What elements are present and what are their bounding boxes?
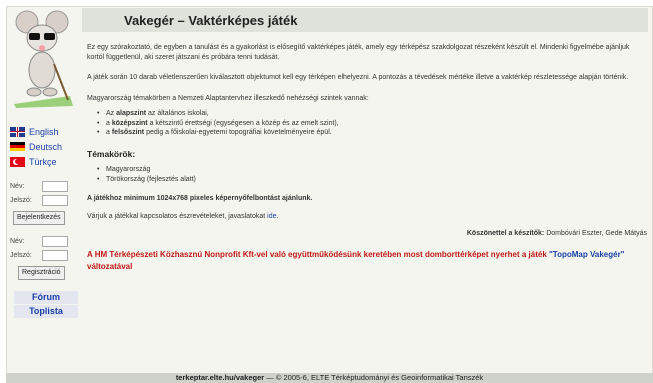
language-deutsch-label: Deutsch bbox=[29, 141, 63, 152]
feedback-link[interactable]: ide bbox=[267, 213, 276, 220]
list-item: Törökország (fejlesztés alatt) bbox=[95, 175, 647, 185]
list-item: a felsőszint pedig a főiskolai-egyetemi … bbox=[95, 128, 647, 138]
footer: terkeptar.elte.hu/vakeger — © 2005-6, EL… bbox=[6, 373, 653, 383]
register-name-input[interactable] bbox=[42, 236, 68, 247]
turkey-flag-icon bbox=[10, 156, 25, 167]
footer-copyright: — © 2005-6, ELTE Térképtudományi és Geoi… bbox=[264, 373, 484, 382]
footer-site: terkeptar.elte.hu/vakeger bbox=[175, 373, 265, 382]
language-turkce-link[interactable]: Türkçe bbox=[10, 155, 80, 168]
language-turkce-label: Türkçe bbox=[29, 156, 57, 167]
germany-flag-icon bbox=[10, 141, 25, 152]
topics-list: Magyarország Törökország (fejlesztés ala… bbox=[95, 165, 647, 184]
register-password-row: Jelszó: bbox=[10, 250, 68, 261]
resolution-note: A játékhoz minimum 1024x768 pixeles képe… bbox=[87, 195, 313, 202]
register-name-label: Név: bbox=[10, 238, 25, 245]
login-name-row: Név: bbox=[10, 181, 68, 192]
login-name-input[interactable] bbox=[42, 181, 68, 192]
login-button[interactable]: Bejelentkezés bbox=[13, 211, 65, 225]
main-content: Ez egy szórakoztató, de egyben a tanulás… bbox=[87, 43, 647, 273]
forum-link[interactable]: Fórum bbox=[14, 291, 78, 304]
feedback-line: Várjuk a játékkal kapcsolatos észrevétel… bbox=[87, 212, 279, 220]
register-button[interactable]: Regisztráció bbox=[18, 266, 65, 280]
page-title: Vakegér – Vaktérképes játék bbox=[124, 13, 298, 28]
intro-paragraph-2: A játék során 10 darab véletlenszerűen k… bbox=[87, 74, 629, 81]
login-name-label: Név: bbox=[10, 183, 25, 190]
login-password-row: Jelszó: bbox=[10, 195, 68, 206]
topomap-link[interactable]: "TopoMap Vakegér" bbox=[549, 250, 624, 259]
thanks-line: Köszönettel a készítők: Dombóvári Eszter… bbox=[466, 230, 647, 237]
language-english-label: English bbox=[29, 126, 59, 137]
language-deutsch-link[interactable]: Deutsch bbox=[10, 140, 80, 153]
register-name-row: Név: bbox=[10, 236, 68, 247]
uk-flag-icon bbox=[10, 126, 25, 137]
promo-text: A HM Térképészeti Közhasznú Nonprofit Kf… bbox=[87, 249, 625, 271]
toplist-link[interactable]: Toplista bbox=[14, 305, 78, 318]
login-password-input[interactable] bbox=[42, 195, 68, 206]
register-password-input[interactable] bbox=[42, 250, 68, 261]
topics-heading: Témakörök: bbox=[87, 148, 136, 159]
language-english-link[interactable]: English bbox=[10, 125, 80, 138]
page: Vakegér – Vaktérképes játék English Deut… bbox=[0, 0, 653, 383]
intro-paragraph-1: Ez egy szórakoztató, de egyben a tanulás… bbox=[87, 44, 630, 61]
list-item: Az alapszint az általános iskolai, bbox=[95, 109, 647, 119]
levels-list: Az alapszint az általános iskolai, a köz… bbox=[95, 109, 647, 138]
register-password-label: Jelszó: bbox=[10, 252, 32, 259]
intro-paragraph-3: Magyarország témakörben a Nemzeti Alapta… bbox=[87, 94, 369, 102]
mouse-mascot-icon bbox=[14, 10, 73, 108]
list-item: a középszint a kétszintű érettségi (egys… bbox=[95, 119, 647, 129]
login-password-label: Jelszó: bbox=[10, 197, 32, 204]
list-item[interactable]: Magyarország bbox=[95, 165, 647, 175]
